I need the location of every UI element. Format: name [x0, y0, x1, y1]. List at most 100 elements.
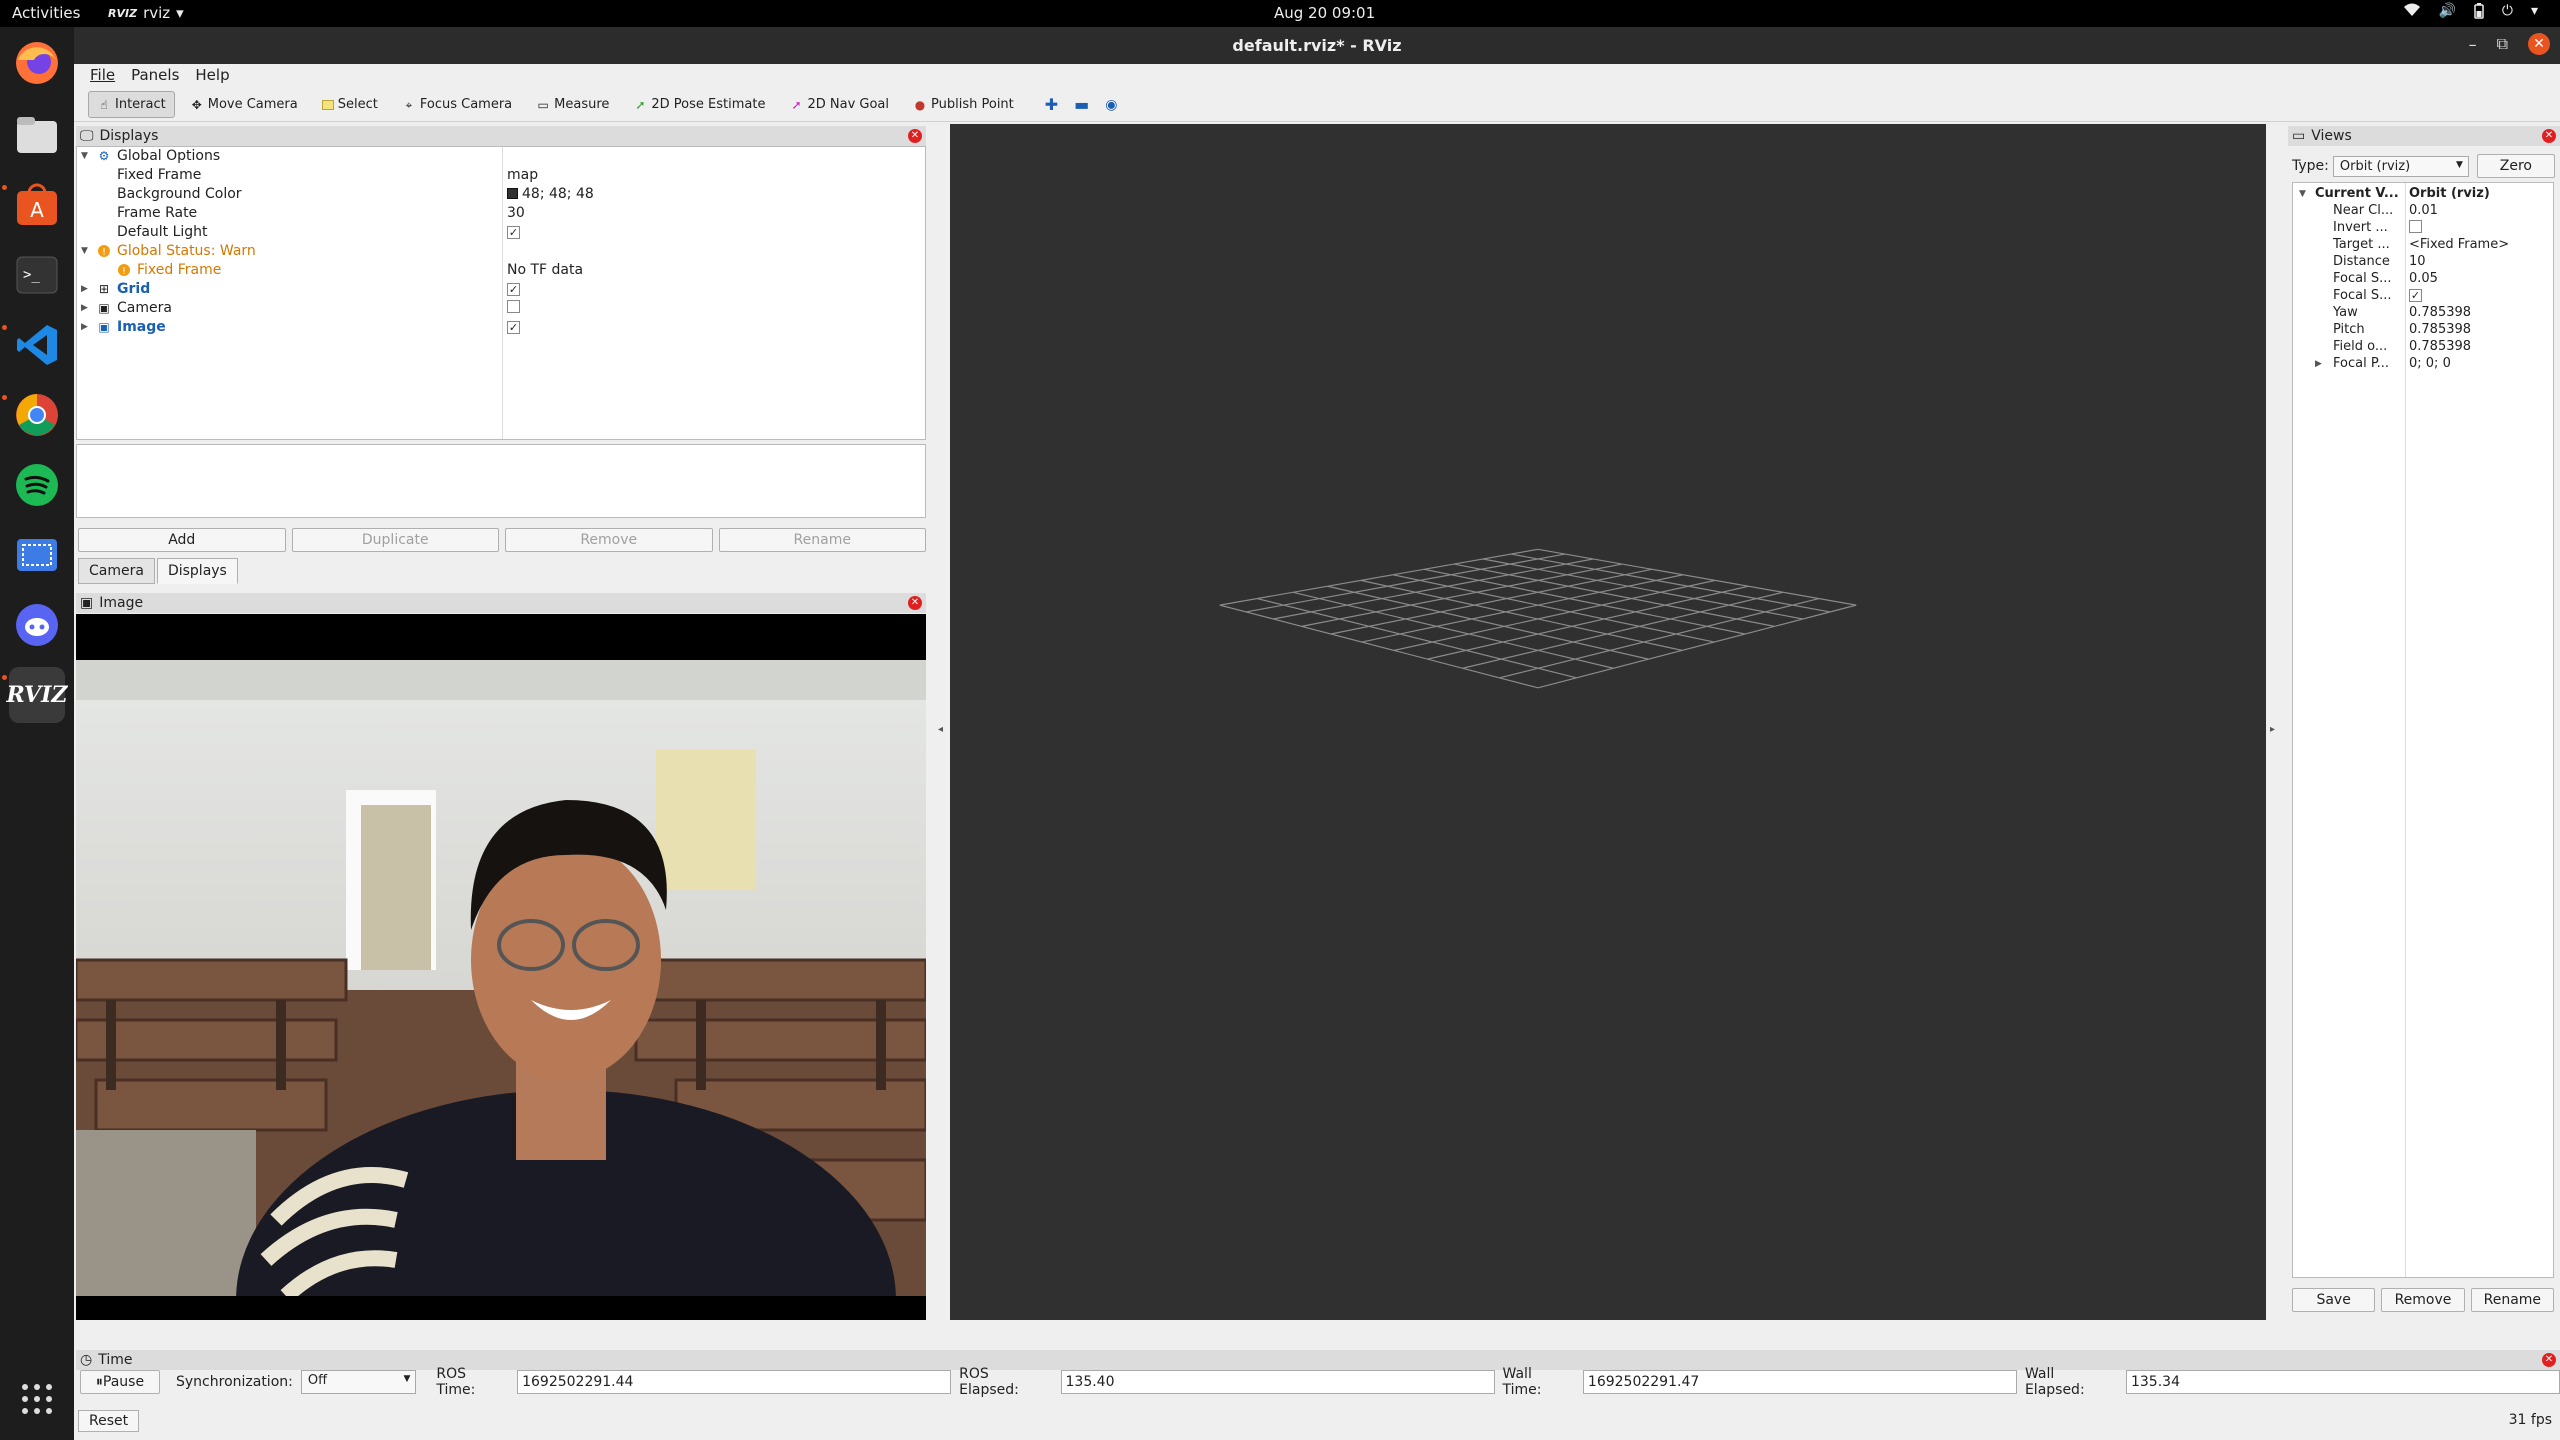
save-view-button[interactable]: Save — [2292, 1288, 2376, 1312]
remove-tool-icon[interactable]: ▬ — [1074, 95, 1089, 114]
collapse-left-icon[interactable]: ◂ — [938, 724, 943, 735]
sync-select[interactable]: Off ▼ — [300, 1370, 417, 1394]
view-property-value[interactable]: ✓ — [2409, 288, 2422, 303]
tab-camera[interactable]: Camera — [78, 558, 155, 584]
view-property-value[interactable]: <Fixed Frame> — [2409, 237, 2509, 252]
view-property-row[interactable]: Near Cl... 0.01 — [2293, 202, 2553, 219]
tab-displays[interactable]: Displays — [156, 558, 238, 584]
view-type-select[interactable]: Orbit (rviz) ▼ — [2332, 155, 2469, 177]
view-property-checkbox[interactable]: ✓ — [2409, 289, 2422, 302]
frame-rate-value[interactable]: 30 — [507, 205, 525, 221]
focus-camera-tool-button[interactable]: ⌖ Focus Camera — [393, 91, 521, 118]
vscode-icon[interactable] — [9, 317, 65, 373]
tree-row-frame-rate[interactable]: Frame Rate 30 — [77, 204, 925, 223]
tree-row-fixed-frame[interactable]: Fixed Frame map — [77, 166, 925, 185]
view-property-value[interactable]: 0.05 — [2409, 271, 2438, 286]
close-icon[interactable]: ✕ — [2542, 1353, 2556, 1367]
view-property-value[interactable]: 0.01 — [2409, 203, 2438, 218]
view-property-row[interactable]: Yaw 0.785398 — [2293, 304, 2553, 321]
view-property-row[interactable]: Field o... 0.785398 — [2293, 338, 2553, 355]
zero-button[interactable]: Zero — [2476, 154, 2555, 178]
menu-panels[interactable]: Panels — [125, 64, 185, 86]
rename-button[interactable]: Rename — [718, 528, 926, 552]
terminal-icon[interactable]: >_ — [9, 247, 65, 303]
activities-button[interactable]: Activities — [12, 4, 80, 22]
view-property-row[interactable]: Focal S... ✓ — [2293, 287, 2553, 304]
ros-time-field[interactable]: 1692502291.44 — [517, 1370, 952, 1394]
view-property-row[interactable]: Target ... <Fixed Frame> — [2293, 236, 2553, 253]
clock[interactable]: Aug 20 09:01 — [1274, 4, 1375, 22]
view-property-row[interactable]: Invert ... — [2293, 219, 2553, 236]
rviz-icon[interactable]: RVIZ — [7, 667, 67, 723]
system-tray[interactable]: 🔊 ⏻ ▾ — [2404, 3, 2538, 23]
tree-row-global-options[interactable]: ▼ ⚙ Global Options — [77, 147, 925, 166]
tree-row-image[interactable]: ▶ ▣ Image ✓ — [77, 318, 925, 337]
show-apps-icon[interactable] — [9, 1371, 65, 1427]
firefox-icon[interactable] — [9, 35, 65, 91]
files-icon[interactable] — [9, 107, 65, 163]
publish-point-tool-button[interactable]: ● Publish Point — [904, 91, 1023, 118]
view-property-value[interactable]: 0.785398 — [2409, 322, 2471, 337]
add-button[interactable]: Add — [78, 528, 286, 552]
view-property-value[interactable]: 10 — [2409, 254, 2426, 269]
duplicate-button[interactable]: Duplicate — [291, 528, 499, 552]
pause-button[interactable]: ⏸Pause — [80, 1370, 160, 1394]
close-icon[interactable]: ✕ — [908, 129, 922, 143]
wall-time-field[interactable]: 1692502291.47 — [1582, 1370, 2017, 1394]
tree-row-background-color[interactable]: Background Color 48; 48; 48 — [77, 185, 925, 204]
close-icon[interactable]: ✕ — [2542, 129, 2556, 143]
discord-icon[interactable] — [9, 597, 65, 653]
close-icon[interactable]: ✕ — [2528, 33, 2550, 55]
tree-row-global-status[interactable]: ▼ ! Global Status: Warn — [77, 242, 925, 261]
view-property-row[interactable]: Distance 10 — [2293, 253, 2553, 270]
grid-checkbox[interactable]: ✓ — [507, 283, 520, 296]
interact-tool-button[interactable]: ☝ Interact — [88, 91, 175, 118]
wall-elapsed-field[interactable]: 135.34 — [2125, 1370, 2560, 1394]
ros-elapsed-field[interactable]: 135.40 — [1060, 1370, 1495, 1394]
window-titlebar[interactable]: default.rviz* - RViz – ⧉ ✕ — [74, 27, 2560, 64]
view-property-value[interactable]: 0.785398 — [2409, 305, 2471, 320]
nav-goal-tool-button[interactable]: ➚ 2D Nav Goal — [780, 91, 898, 118]
reset-button[interactable]: Reset — [78, 1410, 140, 1432]
move-camera-tool-button[interactable]: ✥ Move Camera — [181, 91, 307, 118]
collapse-right-icon[interactable]: ▸ — [2270, 724, 2275, 735]
app-menu[interactable]: RVIZ rviz ▾ — [108, 4, 184, 22]
render-viewport[interactable] — [950, 124, 2266, 1320]
view-property-checkbox[interactable] — [2409, 220, 2422, 233]
screenshot-icon[interactable] — [9, 527, 65, 583]
view-property-row[interactable]: Focal S... 0.05 — [2293, 270, 2553, 287]
background-color-value[interactable]: 48; 48; 48 — [507, 186, 594, 202]
fixed-frame-value[interactable]: map — [507, 167, 538, 183]
software-store-icon[interactable]: A — [9, 177, 65, 233]
expand-arrow-icon[interactable]: ▶ — [2315, 359, 2322, 369]
default-light-checkbox[interactable]: ✓ — [507, 226, 520, 239]
view-property-row[interactable]: Pitch 0.785398 — [2293, 321, 2553, 338]
select-tool-button[interactable]: Select — [313, 91, 387, 118]
view-property-value[interactable] — [2409, 220, 2422, 237]
fps-readout: 31 fps — [2508, 1412, 2552, 1428]
measure-tool-button[interactable]: ▭ Measure — [527, 91, 618, 118]
remove-view-button[interactable]: Remove — [2381, 1288, 2465, 1312]
view-property-value[interactable]: 0; 0; 0 — [2409, 356, 2451, 371]
remove-button[interactable]: Remove — [505, 528, 713, 552]
tree-row-camera[interactable]: ▶ ▣ Camera — [77, 299, 925, 318]
menu-file[interactable]: File — [84, 64, 121, 86]
rename-view-button[interactable]: Rename — [2470, 1288, 2554, 1312]
chrome-icon[interactable] — [9, 387, 65, 443]
maximize-icon[interactable]: ⧉ — [2497, 34, 2508, 54]
close-icon[interactable]: ✕ — [908, 596, 922, 610]
tree-row-current-view[interactable]: ▼ Current V... Orbit (rviz) — [2293, 185, 2553, 202]
spotify-icon[interactable] — [9, 457, 65, 513]
tree-row-default-light[interactable]: Default Light ✓ — [77, 223, 925, 242]
view-property-row[interactable]: ▶ Focal P... 0; 0; 0 — [2293, 355, 2553, 372]
camera-checkbox[interactable] — [507, 300, 520, 313]
tree-row-grid[interactable]: ▶ ⊞ Grid ✓ — [77, 280, 925, 299]
tree-row-status-fixed-frame[interactable]: ! Fixed Frame No TF data — [77, 261, 925, 280]
image-checkbox[interactable]: ✓ — [507, 321, 520, 334]
minimize-icon[interactable]: – — [2469, 35, 2477, 54]
menu-help[interactable]: Help — [189, 64, 235, 86]
view-property-value[interactable]: 0.785398 — [2409, 339, 2471, 354]
tool-properties-icon[interactable]: ◉ — [1105, 97, 1117, 113]
add-tool-icon[interactable]: ✚ — [1045, 95, 1058, 114]
pose-estimate-tool-button[interactable]: ➚ 2D Pose Estimate — [624, 91, 774, 118]
